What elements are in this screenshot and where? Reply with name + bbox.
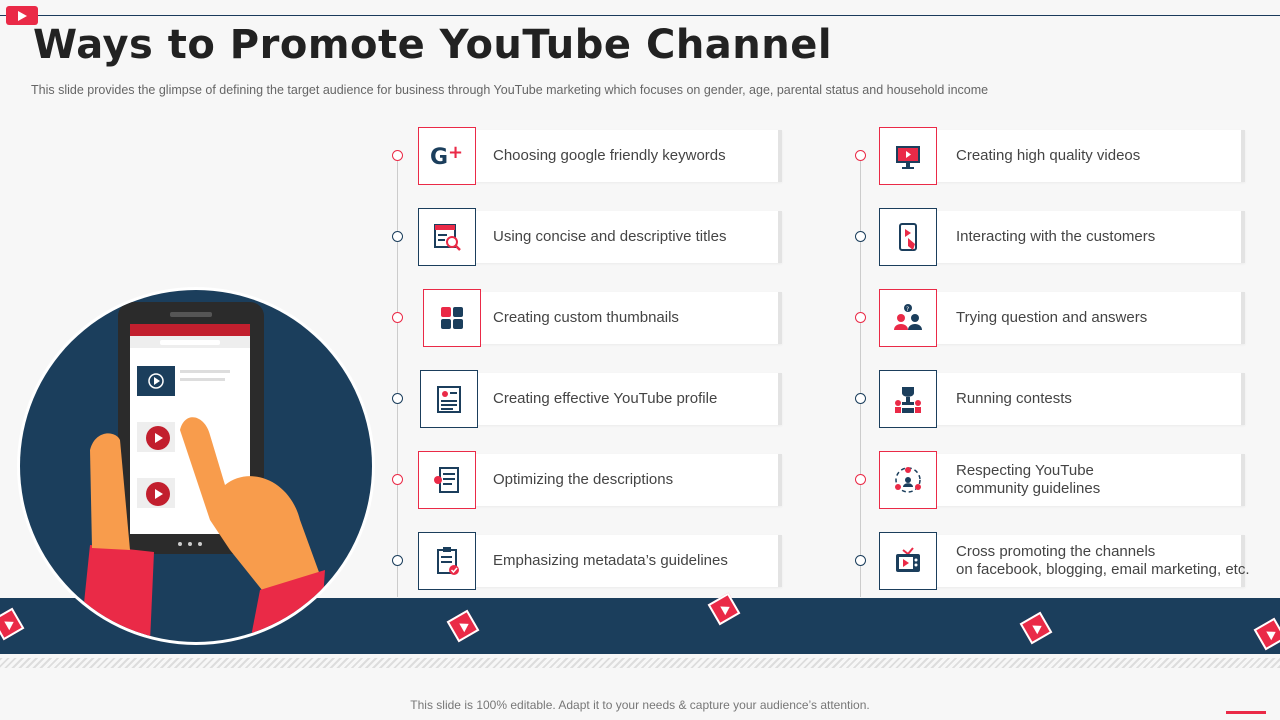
slide: Ways to Promote YouTube Channel This sli… xyxy=(0,0,1280,720)
item-label: Emphasizing metadata’s guidelines xyxy=(493,552,728,569)
footer-note: This slide is 100% editable. Adapt it to… xyxy=(410,698,870,712)
list-item: Cross promoting the channels on facebook… xyxy=(855,532,1270,590)
item-label: Using concise and descriptive titles xyxy=(493,228,727,245)
svg-text:G: G xyxy=(430,145,448,170)
svg-text:?: ? xyxy=(906,306,909,313)
timeline-dot xyxy=(855,312,866,323)
timeline-dot xyxy=(392,231,403,242)
list-item: Optimizing the descriptions xyxy=(392,451,807,509)
list-item: Respecting YouTube community guidelines xyxy=(855,451,1270,509)
item-label: Interacting with the customers xyxy=(956,228,1156,245)
monitor-video-icon xyxy=(879,127,937,185)
page-title: Ways to Promote YouTube Channel xyxy=(33,22,833,68)
timeline-dot xyxy=(392,555,403,566)
footer-accent xyxy=(1226,711,1266,714)
item-label: Trying question and answers xyxy=(956,309,1148,326)
title-search-icon xyxy=(418,208,476,266)
list-item: Creating custom thumbnails xyxy=(392,289,807,347)
thumbnail-grid-icon xyxy=(423,289,481,347)
top-divider xyxy=(0,15,1280,16)
trophy-icon xyxy=(879,370,937,428)
item-label: Creating high quality videos xyxy=(956,147,1141,164)
hand-phone-icon xyxy=(80,302,325,642)
list-item: Running contests xyxy=(855,370,1270,428)
item-label: Respecting YouTube community guidelines xyxy=(956,462,1101,497)
item-label: Creating effective YouTube profile xyxy=(493,390,718,407)
timeline-dot xyxy=(855,150,866,161)
list-item: Emphasizing metadata’s guidelines xyxy=(392,532,807,590)
timeline-dot xyxy=(855,555,866,566)
item-label: Cross promoting the channels on facebook… xyxy=(956,543,1250,578)
item-label: Choosing google friendly keywords xyxy=(493,147,726,164)
list-item: Using concise and descriptive titles xyxy=(392,208,807,266)
clipboard-icon xyxy=(418,532,476,590)
timeline-dot xyxy=(855,231,866,242)
timeline-dot xyxy=(392,474,403,485)
timeline-dot xyxy=(392,393,403,404)
profile-icon xyxy=(420,370,478,428)
item-label: Optimizing the descriptions xyxy=(493,471,674,488)
list-item: ? Trying question and answers xyxy=(855,289,1270,347)
timeline-dot xyxy=(855,474,866,485)
google-plus-icon: G + xyxy=(418,127,476,185)
item-label: Running contests xyxy=(956,390,1072,407)
description-icon xyxy=(418,451,476,509)
list-item: Creating effective YouTube profile xyxy=(392,370,807,428)
community-icon xyxy=(879,451,937,509)
item-label: Creating custom thumbnails xyxy=(493,309,679,326)
tv-icon xyxy=(879,532,937,590)
svg-text:+: + xyxy=(448,142,463,163)
phone-illustration xyxy=(20,290,372,642)
timeline-dot xyxy=(855,393,866,404)
timeline-dot xyxy=(392,150,403,161)
stripe-pattern xyxy=(0,658,1280,668)
list-item: Creating high quality videos xyxy=(855,127,1270,185)
touch-video-icon xyxy=(879,208,937,266)
list-item: G + Choosing google friendly keywords xyxy=(392,127,807,185)
page-subtitle: This slide provides the glimpse of defin… xyxy=(31,83,989,97)
timeline-dot xyxy=(392,312,403,323)
list-item: Interacting with the customers xyxy=(855,208,1270,266)
qa-people-icon: ? xyxy=(879,289,937,347)
